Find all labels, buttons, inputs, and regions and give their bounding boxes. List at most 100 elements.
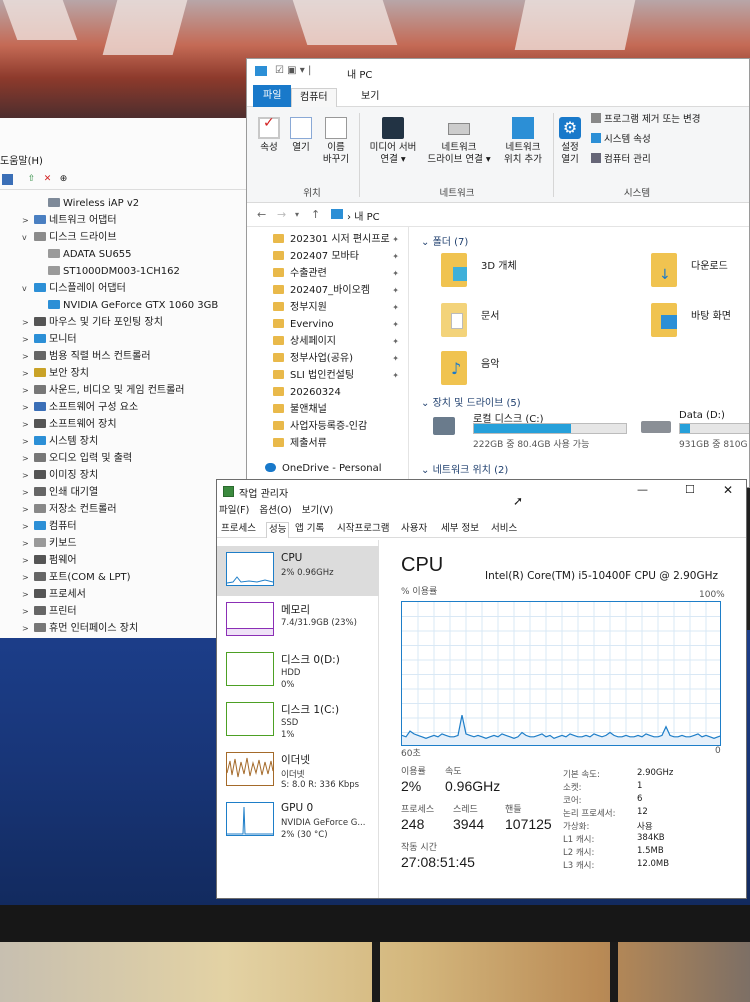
folders-group-header[interactable]: ⌄ 폴더 (7) xyxy=(421,233,468,248)
tree-item[interactable]: > 휴먼 인터페이스 장치 xyxy=(22,621,138,637)
windows-drive-icon[interactable] xyxy=(433,417,455,435)
recent-chevron-icon[interactable]: ▾ xyxy=(295,210,299,219)
quick-access-item[interactable]: SLI 법인컨설팅 ✦ xyxy=(273,367,409,384)
onedrive-item[interactable]: OneDrive - Personal xyxy=(265,460,401,477)
tab-details[interactable]: 세부 정보 xyxy=(439,522,481,538)
expand-arrow-icon[interactable]: v xyxy=(22,230,34,246)
back-arrow-icon[interactable]: ← xyxy=(257,208,266,221)
tree-item[interactable]: > 소프트웨어 장치 xyxy=(22,417,117,433)
tab-computer[interactable]: 컴퓨터 xyxy=(291,88,337,107)
tree-item[interactable]: > 프린터 xyxy=(22,604,77,620)
network-locations-header[interactable]: ⌄ 네트워크 위치 (2) xyxy=(421,461,508,476)
music-folder-icon[interactable]: ♪ xyxy=(441,351,467,385)
expand-arrow-icon[interactable]: > xyxy=(22,502,34,518)
monitor-icon[interactable] xyxy=(2,174,13,185)
quick-access-item[interactable]: 사업자등록증-인감 xyxy=(273,418,409,435)
tree-item[interactable]: ADATA SU655 xyxy=(48,247,132,263)
expand-arrow-icon[interactable]: > xyxy=(22,366,34,382)
menu-help[interactable]: 도움말(H) xyxy=(0,152,43,167)
tab-startup[interactable]: 시작프로그램 xyxy=(335,522,391,538)
quick-access-item[interactable]: 20260324 xyxy=(273,384,409,401)
tab-view[interactable]: 보기 xyxy=(353,88,387,107)
resource-disk-1[interactable]: 디스크 1(C:) SSD 1% xyxy=(217,696,379,746)
resource-cpu[interactable]: CPU 2% 0.96GHz xyxy=(217,546,379,596)
quick-access-item[interactable]: 제출서류 xyxy=(273,435,409,452)
open-button[interactable]: 열기 xyxy=(289,117,313,154)
forward-arrow-icon[interactable]: → xyxy=(277,208,286,221)
expand-arrow-icon[interactable]: > xyxy=(22,570,34,586)
tree-item[interactable]: > 인쇄 대기열 xyxy=(22,485,98,501)
rename-button[interactable]: 이름 바꾸기 xyxy=(319,117,353,166)
tree-item[interactable]: > 모니터 xyxy=(22,332,77,348)
quick-access-item[interactable]: 정부지원 ✦ xyxy=(273,299,409,316)
properties-button[interactable]: ✓ 속성 xyxy=(257,116,281,154)
expand-arrow-icon[interactable]: > xyxy=(22,315,34,331)
quick-access-item[interactable]: 정부사업(공유) ✦ xyxy=(273,350,409,367)
expand-arrow-icon[interactable]: > xyxy=(22,213,34,229)
tree-item[interactable]: > 시스템 장치 xyxy=(22,434,98,450)
up-arrow-icon[interactable]: ↑ xyxy=(311,208,320,221)
remove-icon[interactable]: ✕ xyxy=(42,174,53,185)
expand-arrow-icon[interactable]: > xyxy=(22,400,34,416)
tree-item[interactable]: > 네트워크 어댑터 xyxy=(22,213,117,229)
tree-item[interactable]: > 사운드, 비디오 및 게임 컨트롤러 xyxy=(22,383,185,399)
computer-management-button[interactable]: 컴퓨터 관리 xyxy=(591,153,651,166)
expand-arrow-icon[interactable]: > xyxy=(22,434,34,450)
tab-processes[interactable]: 프로세스 xyxy=(219,522,258,538)
menu-file[interactable]: 파일(F) xyxy=(219,505,249,516)
tree-item[interactable]: > 포트(COM & LPT) xyxy=(22,570,131,586)
expand-arrow-icon[interactable]: > xyxy=(22,451,34,467)
expand-arrow-icon[interactable]: > xyxy=(22,383,34,399)
tree-item[interactable]: > 오디오 입력 및 출력 xyxy=(22,451,132,467)
desktop-folder-icon[interactable] xyxy=(651,303,677,337)
add-network-location-button[interactable]: 네트워크 위치 추가 xyxy=(495,117,551,166)
resource-ethernet[interactable]: 이더넷 이더넷 S: 8.0 R: 336 Kbps xyxy=(217,746,379,796)
address-bar[interactable]: › 내 PC xyxy=(347,208,380,223)
resource-gpu[interactable]: GPU 0 NVIDIA GeForce G... 2% (30 °C) xyxy=(217,796,379,846)
quick-access-item[interactable]: 수출관련 ✦ xyxy=(273,265,409,282)
map-network-drive-button[interactable]: 네트워크 드라이브 연결 ▾ xyxy=(427,117,491,166)
menu-options[interactable]: 옵션(O) xyxy=(259,505,291,516)
tree-item[interactable]: > 키보드 xyxy=(22,536,77,552)
expand-arrow-icon[interactable]: v xyxy=(22,281,34,297)
folder-downloads[interactable]: 다운로드 xyxy=(691,257,728,272)
driver-update-icon[interactable]: ⇧ xyxy=(26,174,37,185)
expand-arrow-icon[interactable]: > xyxy=(22,621,34,637)
tree-item[interactable]: > 보안 장치 xyxy=(22,366,89,382)
expand-arrow-icon[interactable]: > xyxy=(22,417,34,433)
resource-disk-0[interactable]: 디스크 0(D:) HDD 0% xyxy=(217,646,379,696)
system-properties-button[interactable]: 시스템 속성 xyxy=(591,133,651,146)
documents-folder-icon[interactable] xyxy=(441,303,467,337)
tree-item[interactable]: > 컴퓨터 xyxy=(22,519,77,535)
drive-d-name[interactable]: Data (D:) xyxy=(679,410,725,421)
hard-drive-icon[interactable] xyxy=(641,421,671,433)
tree-item[interactable]: > 프로세서 xyxy=(22,587,86,603)
quick-access-toolbar-icon[interactable]: ☑ ▣ ▾ | xyxy=(275,65,311,76)
expand-arrow-icon[interactable]: > xyxy=(22,536,34,552)
expand-arrow-icon[interactable]: > xyxy=(22,587,34,603)
expand-arrow-icon[interactable]: > xyxy=(22,485,34,501)
tree-item[interactable]: > 저장소 컨트롤러 xyxy=(22,502,117,518)
tree-item[interactable]: NVIDIA GeForce GTX 1060 3GB xyxy=(48,298,218,314)
downloads-folder-icon[interactable]: ↓ xyxy=(651,253,677,287)
expand-arrow-icon[interactable]: > xyxy=(22,519,34,535)
tab-users[interactable]: 사용자 xyxy=(399,522,429,538)
maximize-button[interactable]: ☐ xyxy=(685,483,695,496)
tree-item[interactable]: ST1000DM003-1CH162 xyxy=(48,264,180,280)
folder-documents[interactable]: 문서 xyxy=(481,307,499,322)
quick-access-item[interactable]: 상세페이지 ✦ xyxy=(273,333,409,350)
tree-item[interactable]: > 펌웨어 xyxy=(22,553,77,569)
resource-memory[interactable]: 메모리 7.4/31.9GB (23%) xyxy=(217,596,379,646)
tab-app-history[interactable]: 앱 기록 xyxy=(293,522,326,538)
tree-item[interactable]: > 마우스 및 기타 포인팅 장치 xyxy=(22,315,163,331)
menu-view[interactable]: 보기(V) xyxy=(302,505,333,516)
tab-performance[interactable]: 성능 xyxy=(266,522,290,538)
tree-item[interactable]: Wireless iAP v2 xyxy=(48,196,139,212)
expand-arrow-icon[interactable]: > xyxy=(22,604,34,620)
tree-item[interactable]: v 디스크 드라이브 xyxy=(22,230,117,246)
quick-access-item[interactable]: 202301 시저 편시프로 ✦ xyxy=(273,231,409,248)
expand-arrow-icon[interactable]: > xyxy=(22,553,34,569)
tree-item[interactable]: > 범용 직렬 버스 컨트롤러 xyxy=(22,349,151,365)
3d-objects-folder-icon[interactable] xyxy=(441,253,467,287)
quick-access-item[interactable]: 202407_바이오켐 ✦ xyxy=(273,282,409,299)
